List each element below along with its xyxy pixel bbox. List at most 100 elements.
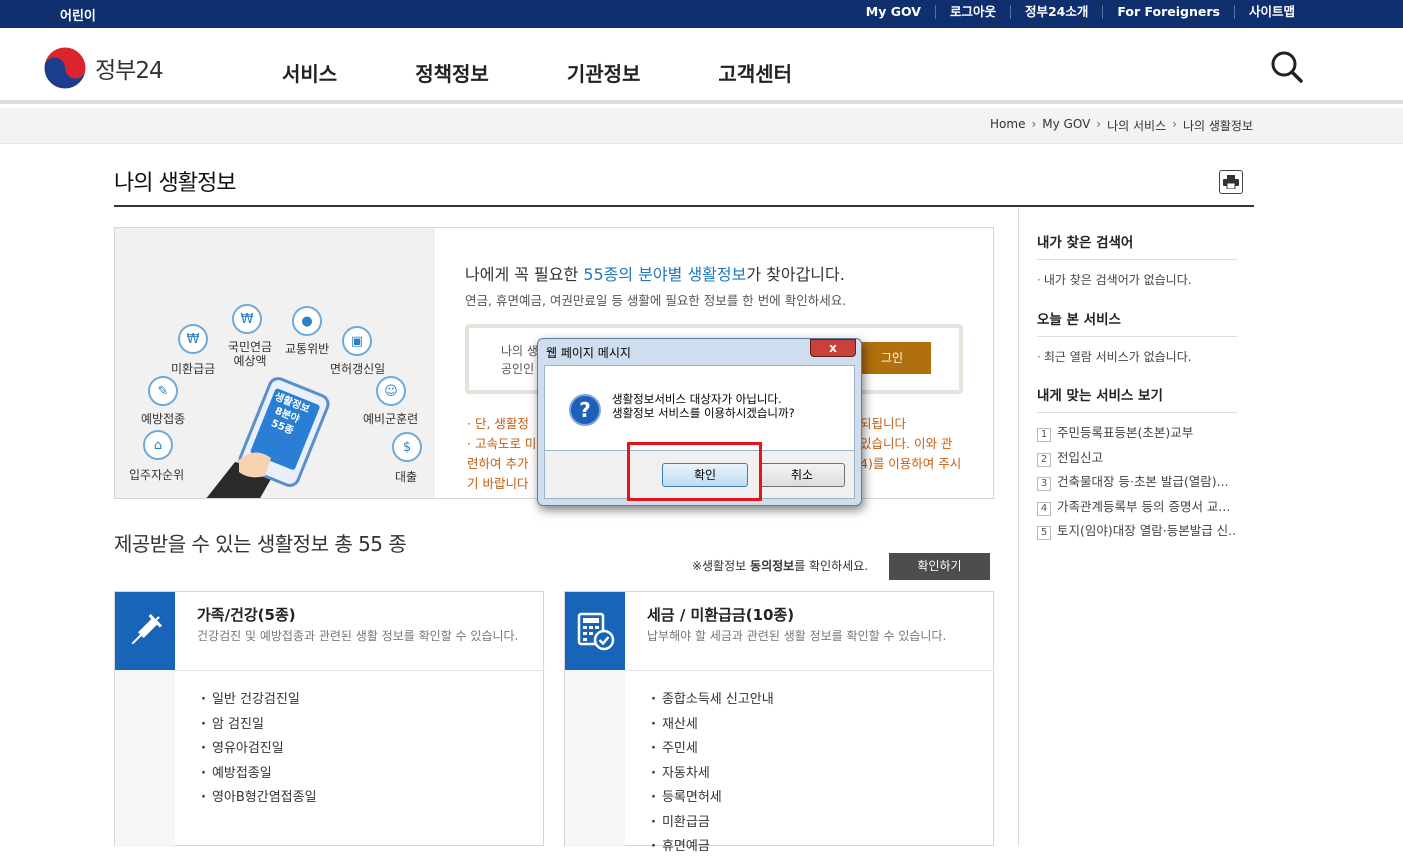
printer-icon bbox=[1223, 175, 1239, 189]
logo-text: 정부24 bbox=[95, 58, 164, 84]
label-license: 면허갱신일 bbox=[330, 362, 386, 376]
available-info-title: 제공받을 수 있는 생활정보 총 55 종 bbox=[114, 532, 407, 556]
recommended-item-label: 전입신고 bbox=[1057, 449, 1104, 465]
site-logo[interactable]: 정부24 bbox=[43, 46, 164, 90]
recommended-item[interactable]: 5 토지(임야)대장 열람·등본발급 신... bbox=[1037, 519, 1237, 544]
dialog-close-button[interactable]: x bbox=[810, 339, 856, 357]
note-line4: 기 바랍니다 bbox=[467, 476, 529, 491]
recommended-item[interactable]: 4 가족관계등록부 등의 증명서 교... bbox=[1037, 495, 1237, 520]
note-line3: 련하여 추가 bbox=[467, 456, 529, 471]
nav-agency[interactable]: 기관정보 bbox=[567, 58, 641, 87]
promo-notes: · 단, 생활정 · 고속도로 미 련하여 추가 기 바랍니다 bbox=[467, 414, 536, 494]
list-item: 자동차세 bbox=[651, 762, 774, 787]
nav-services[interactable]: 서비스 bbox=[282, 58, 337, 87]
list-item: 일반 건강검진일 bbox=[201, 688, 317, 713]
rank-badge: 5 bbox=[1037, 526, 1051, 540]
chevron-right-icon: › bbox=[1172, 117, 1177, 131]
list-item: 예방접종일 bbox=[201, 762, 317, 787]
calculator-check-icon bbox=[577, 612, 615, 651]
rank-badge: 2 bbox=[1037, 452, 1051, 467]
logout-link[interactable]: 로그아웃 bbox=[934, 5, 1010, 19]
car-icon: ▣ bbox=[342, 326, 372, 356]
syringe-icon: ✎ bbox=[148, 376, 178, 406]
promo-notes-right: 되됩니다 있습니다. 이와 관 4)를 이용하여 주시 bbox=[860, 414, 961, 474]
card-item-list: 일반 건강검진일 암 검진일 영유아검진일 예방접종일 영아B형간염접종일 bbox=[201, 688, 317, 811]
print-button[interactable] bbox=[1219, 170, 1243, 194]
recommended-list: 1 주민등록표등본(초본)교부 2 전입신고 3 건축물대장 등·초본 발급(열람).… bbox=[1037, 421, 1237, 544]
list-item: 미환급금 bbox=[651, 811, 774, 836]
category-card-family-health[interactable]: 가족/건강(5종) 건강검진 및 예방접종과 관련된 생활 정보를 확인할 수 … bbox=[114, 591, 545, 847]
house-icon: ⌂ bbox=[143, 430, 173, 460]
recommended-item[interactable]: 1 주민등록표등본(초본)교부 bbox=[1037, 421, 1237, 446]
dialog-body: ? 생활정보서비스 대상자가 아닙니다. 생활정보 서비스를 이용하시겠습니까? bbox=[544, 365, 855, 451]
card-description: 건강검진 및 예방접종과 관련된 생활 정보를 확인할 수 있습니다. bbox=[197, 629, 519, 643]
pension-icon: ₩ bbox=[232, 304, 262, 334]
sitemap-link[interactable]: 사이트맵 bbox=[1233, 5, 1309, 19]
syringe-icon bbox=[131, 614, 162, 645]
consent-pre: ※생활정보 bbox=[692, 559, 751, 573]
promo-headline-highlight: 55종의 분야별 생활정보 bbox=[583, 265, 747, 284]
foreigners-link[interactable]: For Foreigners bbox=[1102, 5, 1234, 19]
about-link[interactable]: 정부24소개 bbox=[1009, 5, 1102, 19]
list-item: 등록면허세 bbox=[651, 786, 774, 811]
kids-link[interactable]: 어린이 bbox=[60, 5, 96, 24]
card-item-list: 종합소득세 신고안내 재산세 주민세 자동차세 등록면허세 미환급금 휴면예금 bbox=[651, 688, 774, 860]
consent-notice: ※생활정보 동의정보를 확인하세요. bbox=[692, 557, 868, 574]
nav-policy[interactable]: 정책정보 bbox=[415, 58, 489, 87]
nav-support[interactable]: 고객센터 bbox=[718, 58, 792, 87]
note-line1-right: 되됩니다 bbox=[860, 416, 907, 431]
sidebar-empty-text: 내가 찾은 검색어가 없습니다. bbox=[1037, 271, 1237, 288]
highlight-box bbox=[627, 442, 762, 501]
crumb-current: 나의 생활정보 bbox=[1182, 119, 1253, 133]
soldier-icon: ☺ bbox=[376, 376, 406, 406]
login-text-line2: 공인인 bbox=[501, 362, 535, 376]
recommended-item[interactable]: 2 전입신고 bbox=[1037, 446, 1237, 471]
sidebar-recent-services: 오늘 본 서비스 최근 열람 서비스가 없습니다. bbox=[1037, 308, 1237, 365]
breadcrumb-bar: Home › My GOV › 나의 서비스 › 나의 생활정보 bbox=[0, 108, 1403, 144]
crumb-my-services[interactable]: 나의 서비스 bbox=[1107, 117, 1166, 134]
login-text-line1: 나의 생 bbox=[501, 344, 538, 358]
recommended-item-label: 주민등록표등본(초본)교부 bbox=[1057, 425, 1194, 440]
category-card-tax-refund[interactable]: 세금 / 미환급금(10종) 납부해야 할 세금과 관련된 생활 정보를 확인할… bbox=[564, 591, 995, 854]
money-bag-icon: $ bbox=[392, 432, 422, 462]
list-item: 주민세 bbox=[651, 737, 774, 762]
crumb-home[interactable]: Home bbox=[990, 117, 1025, 134]
utility-links: My GOV 로그아웃 정부24소개 For Foreigners 사이트맵 bbox=[852, 5, 1309, 19]
taegeuk-logo-icon bbox=[43, 46, 87, 90]
recommended-item[interactable]: 3 건축물대장 등·초본 발급(열람)... bbox=[1037, 470, 1237, 495]
top-utility-bar: 어린이 My GOV 로그아웃 정부24소개 For Foreigners 사이… bbox=[0, 0, 1403, 28]
list-item: 영아B형간염접종일 bbox=[201, 786, 317, 811]
title-divider bbox=[114, 205, 1254, 207]
promo-headline: 나에게 꼭 필요한 55종의 분야별 생활정보가 찾아갑니다. bbox=[465, 261, 845, 285]
card-icon-box bbox=[115, 592, 175, 670]
promo-illustration: ₩ 미환급금 ₩ 국민연금 예상액 ● 교통위반 ▣ 면허갱신일 ✎ 예방접종 … bbox=[115, 228, 435, 498]
login-button[interactable]: 그인 bbox=[853, 342, 931, 374]
list-item: 암 검진일 bbox=[201, 713, 317, 738]
label-pension: 국민연금 예상액 bbox=[227, 340, 273, 368]
my-gov-link[interactable]: My GOV bbox=[852, 5, 935, 19]
note-line2-right: 있습니다. 이와 관 bbox=[860, 436, 953, 451]
list-item: 재산세 bbox=[651, 713, 774, 738]
card-title: 세금 / 미환급금(10종) bbox=[647, 606, 795, 624]
recommended-item-label: 토지(임야)대장 열람·등본발급 신... bbox=[1057, 523, 1237, 538]
list-item: 휴면예금 bbox=[651, 835, 774, 860]
promo-subtitle: 연금, 휴면예금, 여권만료일 등 생활에 필요한 정보를 한 번에 확인하세요… bbox=[465, 293, 847, 308]
label-traffic: 교통위반 bbox=[285, 342, 330, 356]
promo-headline-post: 가 찾아갑니다. bbox=[746, 265, 845, 284]
dialog-title: 웹 페이지 메시지 bbox=[546, 346, 631, 360]
chevron-right-icon: › bbox=[1031, 117, 1037, 131]
dialog-cancel-button[interactable]: 취소 bbox=[759, 463, 845, 487]
sidebar-heading: 내게 맞는 서비스 보기 bbox=[1037, 384, 1237, 413]
global-nav: 서비스 정책정보 기관정보 고객센터 bbox=[282, 58, 870, 87]
consent-post: 를 확인하세요. bbox=[794, 559, 869, 573]
dialog-message: 생활정보서비스 대상자가 아닙니다. 생활정보 서비스를 이용하시겠습니까? bbox=[612, 392, 795, 420]
search-icon[interactable] bbox=[1270, 50, 1304, 84]
consent-bold: 동의정보 bbox=[750, 559, 795, 573]
check-consent-button[interactable]: 확인하기 bbox=[889, 553, 990, 580]
card-divider bbox=[175, 670, 545, 671]
label-vaccine: 예방접종 bbox=[141, 412, 186, 426]
label-reserve: 예비군훈련 bbox=[363, 412, 419, 426]
crumb-mygov[interactable]: My GOV bbox=[1042, 117, 1090, 134]
label-loan: 대출 bbox=[395, 470, 418, 484]
sidebar-heading: 내가 찾은 검색어 bbox=[1037, 231, 1237, 260]
